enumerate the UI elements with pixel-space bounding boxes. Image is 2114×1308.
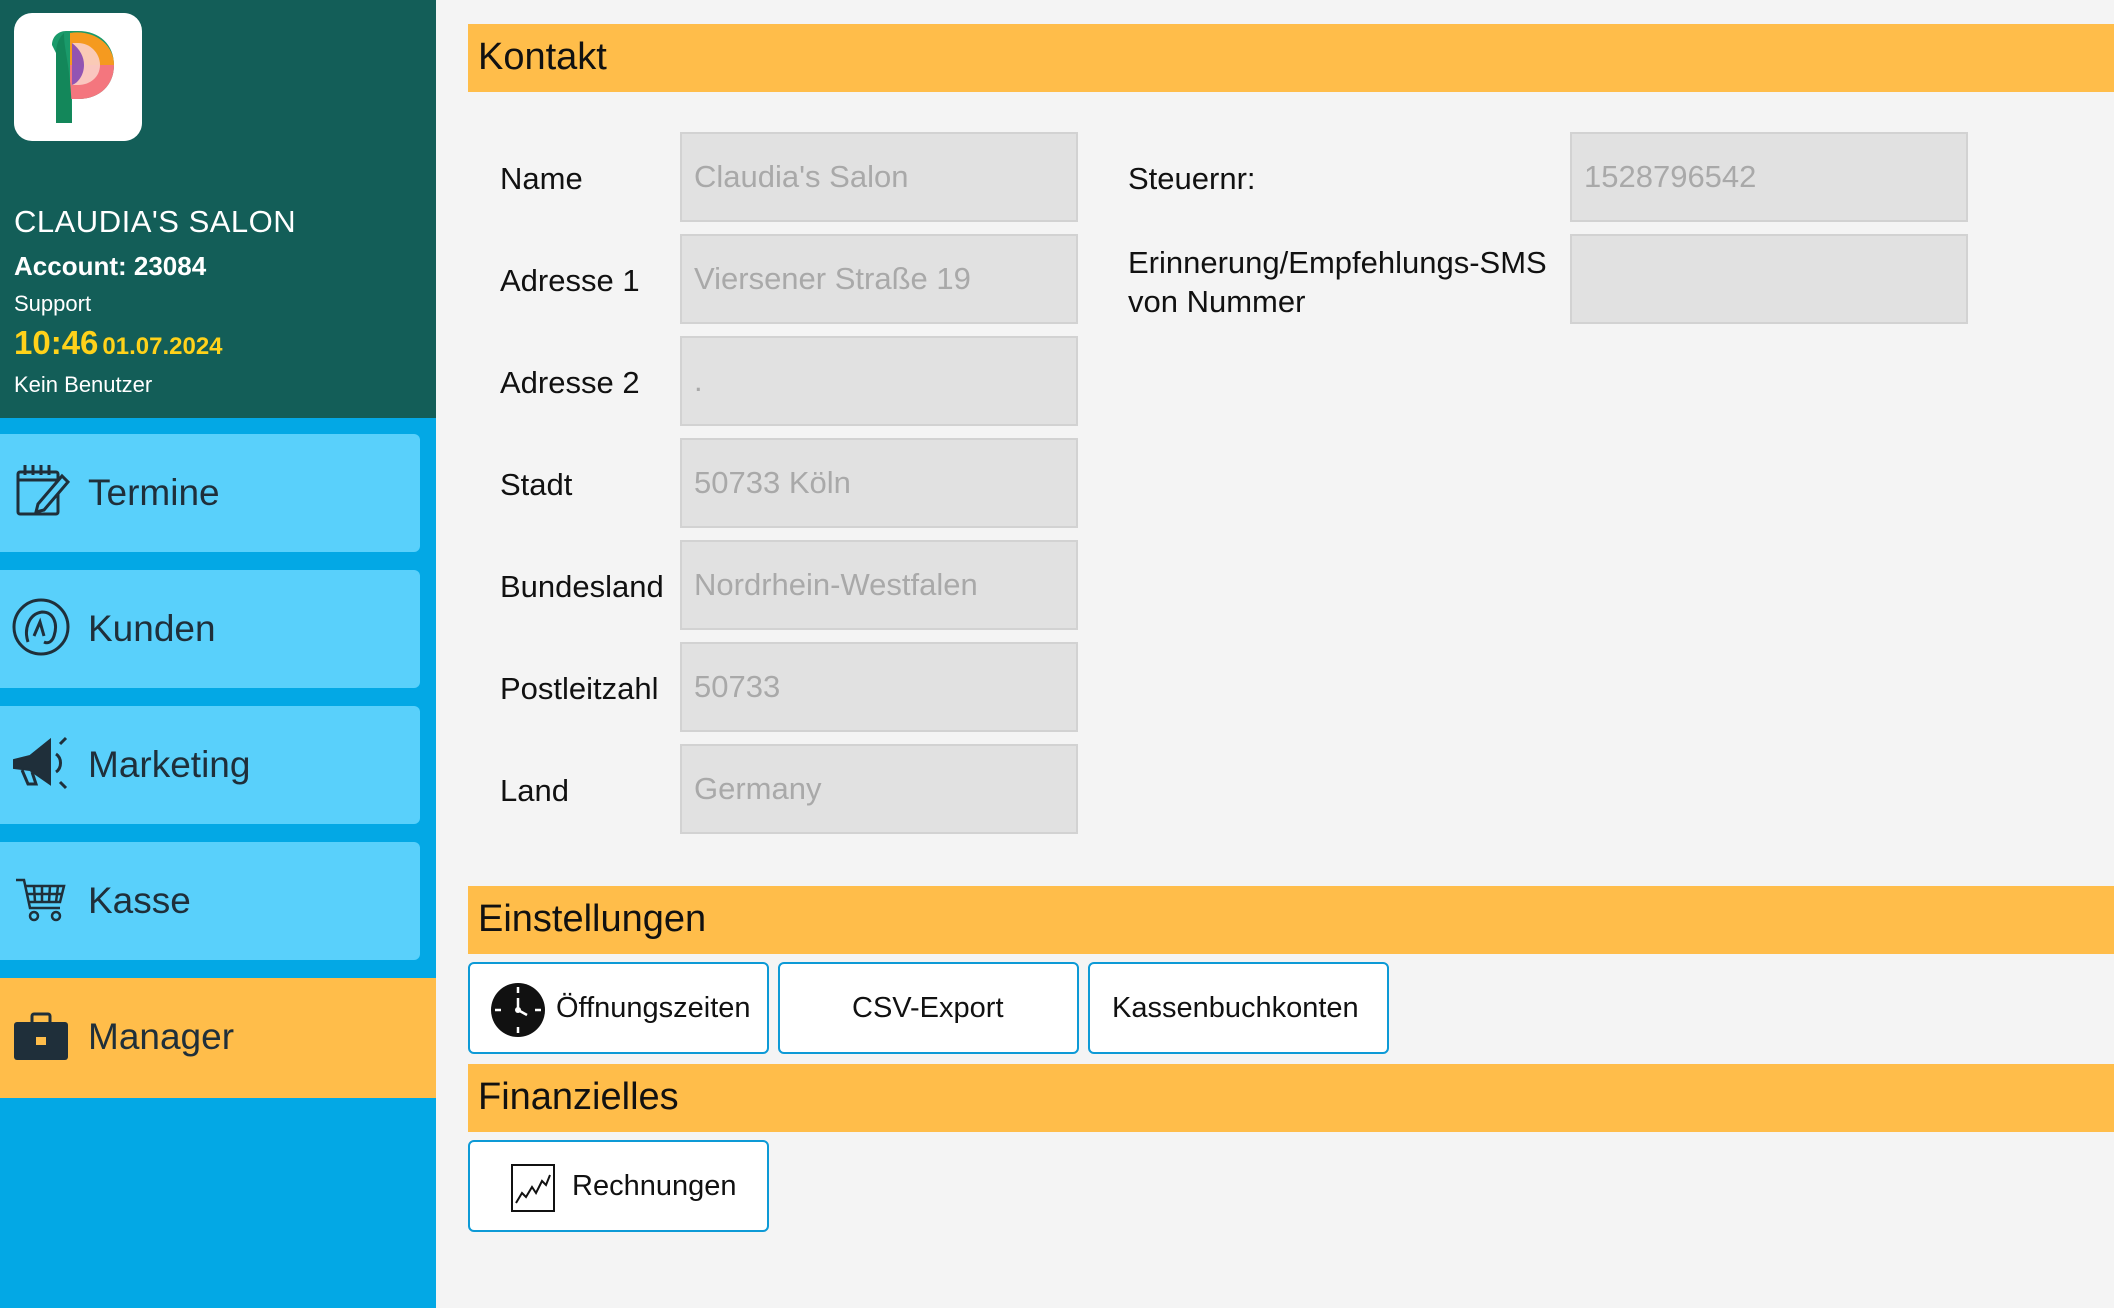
account-panel: CLAUDIA'S SALON Account: 23084 Support 1…	[0, 0, 436, 418]
sms-number-field[interactable]	[1570, 234, 1968, 324]
current-date: 01.07.2024	[102, 333, 223, 360]
clock-icon	[490, 982, 546, 1038]
nav-label-kasse: Kasse	[88, 880, 191, 921]
cashbook-accounts-button[interactable]: Kassenbuchkonten	[1088, 962, 1389, 1054]
nav-item-manager[interactable]: Manager	[0, 978, 436, 1098]
zip-label: Postleitzahl	[500, 671, 659, 706]
opening-hours-label: Öffnungszeiten	[556, 992, 751, 1024]
csv-export-button[interactable]: CSV-Export	[778, 962, 1079, 1054]
support-link[interactable]: Support	[14, 291, 91, 317]
section-header-einstellungen: Einstellungen	[468, 886, 2114, 954]
nav-item-marketing[interactable]: Marketing	[0, 706, 420, 824]
current-time: 10:46	[14, 324, 99, 361]
name-label: Name	[500, 161, 583, 196]
section-header-kontakt: Kontakt	[468, 24, 2114, 92]
section-header-finanzielles: Finanzielles	[468, 1064, 2114, 1132]
cashbook-accounts-label: Kassenbuchkonten	[1112, 992, 1359, 1024]
sms-number-label-line2: von Nummer	[1128, 284, 1306, 319]
address2-label: Adresse 2	[500, 365, 640, 400]
briefcase-icon	[10, 1004, 72, 1066]
nav-item-kunden[interactable]: Kunden	[0, 570, 420, 688]
nav-label-termine: Termine	[88, 472, 220, 513]
megaphone-icon	[10, 732, 72, 794]
nav-label-marketing: Marketing	[88, 744, 251, 785]
csv-export-label: CSV-Export	[852, 992, 1004, 1024]
name-field[interactable]	[680, 132, 1078, 222]
address2-field[interactable]	[680, 336, 1078, 426]
state-field[interactable]	[680, 540, 1078, 630]
chart-icon	[510, 1163, 556, 1213]
country-label: Land	[500, 773, 569, 808]
state-label: Bundesland	[500, 569, 664, 604]
country-field[interactable]	[680, 744, 1078, 834]
section-title: Kontakt	[478, 36, 607, 78]
sms-number-label: Erinnerung/Empfehlungs-SMS von Nummer	[1128, 243, 1547, 321]
sms-number-label-line1: Erinnerung/Empfehlungs-SMS	[1128, 245, 1547, 280]
invoices-button[interactable]: Rechnungen	[468, 1140, 769, 1232]
app-logo	[14, 13, 142, 141]
city-field[interactable]	[680, 438, 1078, 528]
section-title: Finanzielles	[478, 1076, 679, 1118]
address1-field[interactable]	[680, 234, 1078, 324]
invoices-label: Rechnungen	[572, 1170, 737, 1202]
calendar-edit-icon	[10, 460, 72, 522]
address1-label: Adresse 1	[500, 263, 640, 298]
nav-item-kasse[interactable]: Kasse	[0, 842, 420, 960]
opening-hours-button[interactable]: Öffnungszeiten	[468, 962, 769, 1054]
city-label: Stadt	[500, 467, 573, 502]
section-title: Einstellungen	[478, 898, 707, 940]
clock: 10:46 01.07.2024	[14, 324, 223, 362]
account-number: Account: 23084	[14, 251, 207, 281]
salon-name: CLAUDIA'S SALON	[14, 204, 297, 239]
nav-label-kunden: Kunden	[88, 608, 216, 649]
customer-head-icon	[10, 596, 72, 658]
nav-item-termine[interactable]: Termine	[0, 434, 420, 552]
tax-number-field[interactable]	[1570, 132, 1968, 222]
zip-field[interactable]	[680, 642, 1078, 732]
current-user[interactable]: Kein Benutzer	[14, 372, 152, 398]
nav-label-manager: Manager	[88, 1016, 235, 1057]
sidebar: CLAUDIA'S SALON Account: 23084 Support 1…	[0, 0, 436, 1308]
shopping-cart-icon	[10, 868, 72, 930]
tax-number-label: Steuernr:	[1128, 161, 1256, 196]
